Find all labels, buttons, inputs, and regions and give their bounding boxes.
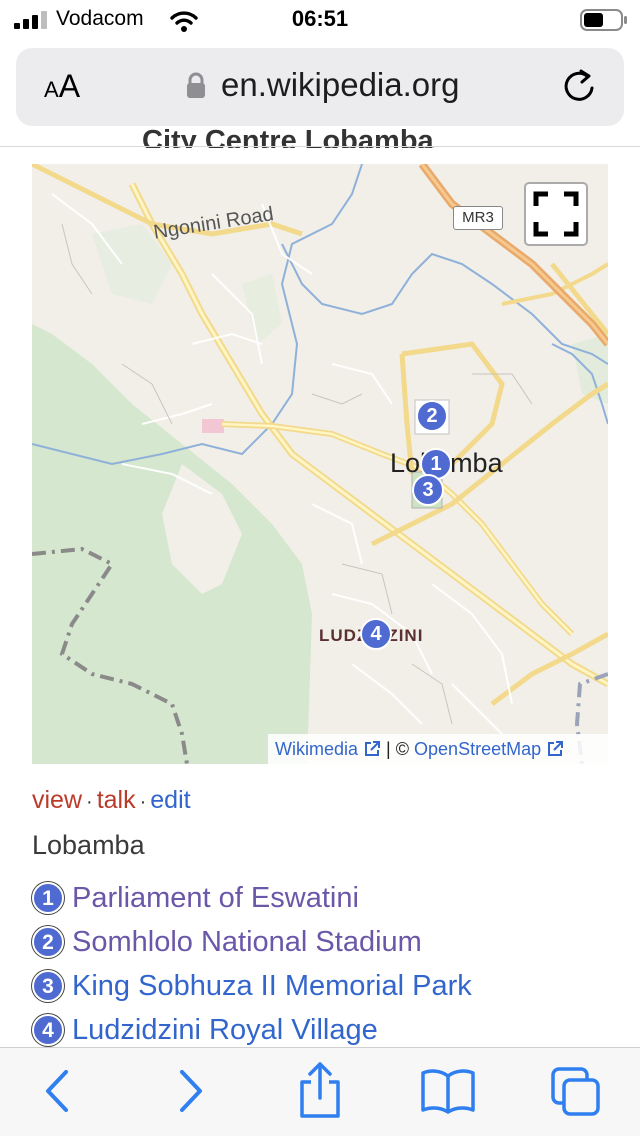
section-heading: City Centre Lobamba xyxy=(100,120,540,148)
legend-item[interactable]: 3 King Sobhuza II Memorial Park xyxy=(32,970,472,1014)
lock-icon xyxy=(187,72,205,98)
map-marker-3[interactable]: 3 xyxy=(412,474,444,506)
view-link[interactable]: view xyxy=(32,786,82,814)
legend-link[interactable]: Parliament of Eswatini xyxy=(72,882,359,914)
share-icon[interactable] xyxy=(294,1060,346,1120)
legend-number: 2 xyxy=(32,926,64,958)
map-attribution: Wikimedia | © OpenStreetMap xyxy=(268,734,608,764)
fullscreen-button[interactable] xyxy=(524,182,588,246)
text-size-small-a: A xyxy=(44,77,59,102)
legend-number: 3 xyxy=(32,970,64,1002)
map-background xyxy=(32,164,608,764)
external-link-icon xyxy=(548,741,564,756)
legend-item[interactable]: 1 Parliament of Eswatini xyxy=(32,882,472,926)
wikimedia-link[interactable]: Wikimedia xyxy=(275,739,358,759)
legend-item[interactable]: 2 Somhlolo National Stadium xyxy=(32,926,472,970)
section-heading-text: City Centre Lobamba xyxy=(142,125,434,148)
map-marker-2[interactable]: 2 xyxy=(416,400,448,432)
map[interactable]: Ngonini Road MR3 Lobamba LUDZIDZINI 2 1 … xyxy=(32,164,608,764)
url-text[interactable]: en.wikipedia.org xyxy=(221,66,459,104)
address-bar[interactable]: AA en.wikipedia.org xyxy=(16,48,624,126)
map-caption: Lobamba xyxy=(32,830,145,860)
text-size-large-a: A xyxy=(58,68,81,104)
bottom-toolbar xyxy=(0,1047,640,1136)
legend-link[interactable]: Ludzidzini Royal Village xyxy=(72,1014,378,1046)
back-icon[interactable] xyxy=(34,1066,84,1116)
legend-number: 4 xyxy=(32,1014,64,1046)
legend-link[interactable]: Somhlolo National Stadium xyxy=(72,926,422,958)
reload-icon[interactable] xyxy=(560,66,600,106)
edit-link[interactable]: edit xyxy=(150,786,190,814)
external-link-icon xyxy=(365,741,381,756)
road-shield: MR3 xyxy=(453,206,503,230)
fullscreen-icon xyxy=(533,191,579,237)
openstreetmap-link[interactable]: OpenStreetMap xyxy=(414,739,541,759)
separator-dot: · xyxy=(139,791,147,813)
legend-link[interactable]: King Sobhuza II Memorial Park xyxy=(72,970,472,1002)
template-actions: view · talk · edit xyxy=(32,786,191,815)
talk-link[interactable]: talk xyxy=(97,786,136,814)
map-marker-4[interactable]: 4 xyxy=(360,618,392,650)
battery-icon xyxy=(580,9,627,31)
legend-list: 1 Parliament of Eswatini 2 Somhlolo Nation… xyxy=(32,882,472,1058)
header-divider xyxy=(0,146,640,147)
attribution-separator: | xyxy=(386,739,391,759)
tabs-icon[interactable] xyxy=(550,1066,602,1118)
status-bar: Vodacom 06:51 xyxy=(0,0,640,40)
separator-dot: · xyxy=(86,791,93,813)
copyright-symbol: © xyxy=(395,739,410,759)
text-size-button[interactable]: AA xyxy=(44,68,80,105)
legend-number: 1 xyxy=(32,882,64,914)
bookmarks-icon[interactable] xyxy=(420,1068,476,1114)
forward-icon[interactable] xyxy=(164,1066,214,1116)
clock: 06:51 xyxy=(291,6,349,31)
